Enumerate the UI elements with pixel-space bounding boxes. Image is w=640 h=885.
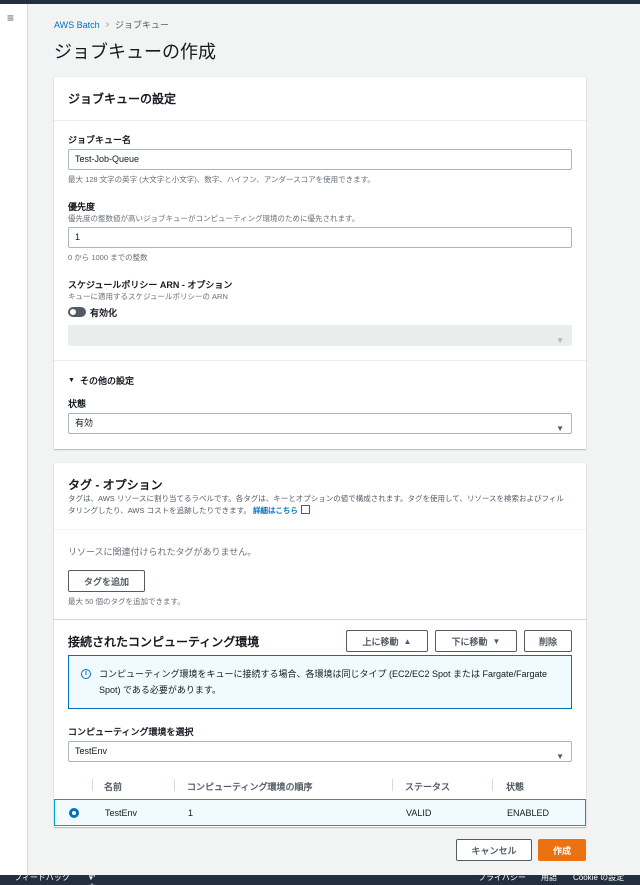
- other-settings-expander[interactable]: ▼ その他の設定: [68, 374, 134, 387]
- privacy-link[interactable]: プライバシー: [478, 875, 526, 885]
- menu-icon[interactable]: ≡: [7, 12, 19, 24]
- tags-header: タグ - オプション: [68, 478, 163, 492]
- delete-button[interactable]: 削除: [524, 630, 572, 652]
- divider: [54, 619, 586, 620]
- move-up-label: 上に移動: [362, 636, 399, 647]
- info-alert: i コンピューティング環境をキューに接続する場合、各環境は同じタイプ (EC2/…: [68, 655, 572, 709]
- compute-env-table-header: 名前 コンピューティング環境の順序 ステータス 状態: [54, 772, 586, 798]
- priority-input[interactable]: 1: [68, 227, 572, 248]
- page-title: ジョブキューの作成: [54, 42, 216, 62]
- row-name: TestEnv: [105, 808, 138, 818]
- other-settings-label: その他の設定: [79, 376, 134, 386]
- triangle-up-icon: ▲: [403, 636, 412, 646]
- move-up-button[interactable]: 上に移動 ▲: [346, 630, 428, 652]
- info-alert-text: コンピューティング環境をキューに接続する場合、各環境は同じタイプ (EC2/EC…: [99, 669, 548, 695]
- priority-label: 優先度: [68, 202, 96, 212]
- queue-name-input[interactable]: Test-Job-Queue: [68, 149, 572, 170]
- schedule-policy-description: キューに適用するスケジュールポリシーの ARN: [68, 292, 228, 301]
- queue-name-label: ジョブキュー名: [68, 135, 132, 145]
- column-header-status: ステータス: [405, 782, 451, 792]
- learn-more-text: 詳細はこちら: [252, 506, 298, 515]
- chevron-right-icon: ›: [105, 19, 110, 30]
- language-selector[interactable]: 日本語 ▼: [88, 875, 96, 885]
- caret-down-icon: ▼: [556, 424, 564, 433]
- schedule-policy-label: スケジュールポリシー ARN - オプション: [68, 280, 233, 290]
- enable-label: 有効化: [90, 308, 118, 318]
- tags-description-text: タグは、AWS リソースに割り当てるラベルです。各タグは、キーとオプションの値で…: [68, 494, 564, 515]
- row-order: 1: [188, 808, 194, 818]
- learn-more-link[interactable]: 詳細はこちら: [252, 505, 310, 515]
- schedule-policy-toggle[interactable]: [68, 307, 86, 317]
- column-header-name: 名前: [104, 782, 123, 792]
- top-bar: [0, 0, 640, 4]
- info-icon: i: [81, 669, 91, 679]
- divider: [54, 529, 586, 530]
- create-button[interactable]: 作成: [538, 839, 586, 861]
- move-down-label: 下に移動: [451, 636, 488, 647]
- caret-down-icon: ▼: [68, 377, 75, 384]
- row-radio-button[interactable]: [69, 808, 79, 818]
- breadcrumb: AWS Batch › ジョブキュー: [54, 18, 169, 31]
- column-header-state: 状態: [506, 782, 525, 792]
- triangle-down-icon: ▼: [492, 636, 501, 646]
- external-link-icon: [300, 505, 310, 514]
- tags-panel: タグ - オプション タグは、AWS リソースに割り当てるラベルです。各タグは、…: [54, 463, 586, 827]
- priority-hint: 0 から 1000 までの整数: [68, 253, 148, 262]
- column-separator: [492, 779, 493, 791]
- footer: フィードバック 日本語 ▼ プライバシー 用語 Cookie の設定: [0, 875, 640, 885]
- add-tag-hint: 最大 50 個のタグを追加できます。: [68, 597, 185, 606]
- column-separator: [174, 779, 175, 791]
- table-row[interactable]: TestEnv 1 VALID ENABLED: [54, 799, 586, 826]
- add-tag-button[interactable]: タグを追加: [68, 570, 145, 592]
- side-navigation: ≡: [0, 4, 28, 875]
- terms-link[interactable]: 用語: [541, 875, 557, 885]
- cookie-settings-link[interactable]: Cookie の設定: [573, 875, 624, 885]
- divider: [54, 360, 586, 361]
- schedule-policy-select: ▼: [68, 325, 572, 346]
- queue-name-hint: 最大 128 文字の英字 (大文字と小文字)、数字、ハイフン、アンダースコアを使…: [68, 175, 375, 184]
- priority-description: 優先度の整数値が高いジョブキューがコンピューティング環境のために優先されます。: [68, 214, 360, 223]
- breadcrumb-current: ジョブキュー: [115, 20, 170, 30]
- compute-env-select-label: コンピューティング環境を選択: [68, 727, 194, 737]
- language-label: 日本語: [88, 875, 96, 885]
- feedback-link[interactable]: フィードバック: [14, 875, 70, 885]
- state-value: 有効: [75, 418, 94, 428]
- compute-env-select-value: TestEnv: [75, 746, 108, 756]
- cancel-button[interactable]: キャンセル: [456, 839, 532, 861]
- row-state: ENABLED: [507, 808, 550, 818]
- job-queue-settings-panel: ジョブキューの設定 ジョブキュー名 Test-Job-Queue 最大 128 …: [54, 77, 586, 449]
- state-select[interactable]: 有効 ▼: [68, 413, 572, 434]
- settings-header: ジョブキューの設定: [54, 77, 586, 121]
- breadcrumb-aws-batch[interactable]: AWS Batch: [54, 20, 100, 30]
- no-tags-message: リソースに関連付けられたタグがありません。: [68, 547, 257, 557]
- row-status: VALID: [406, 808, 432, 818]
- move-down-button[interactable]: 下に移動 ▼: [435, 630, 517, 652]
- compute-env-select[interactable]: TestEnv ▼: [68, 741, 572, 762]
- compute-env-header: 接続されたコンピューティング環境: [68, 635, 260, 649]
- tags-description: タグは、AWS リソースに割り当てるラベルです。各タグは、キーとオプションの値で…: [68, 493, 568, 517]
- column-separator: [392, 779, 393, 791]
- column-header-order: コンピューティング環境の順序: [187, 782, 313, 792]
- state-label: 状態: [68, 399, 87, 409]
- caret-down-icon: ▼: [556, 752, 564, 761]
- column-separator: [92, 779, 93, 791]
- caret-down-icon: ▼: [556, 336, 564, 345]
